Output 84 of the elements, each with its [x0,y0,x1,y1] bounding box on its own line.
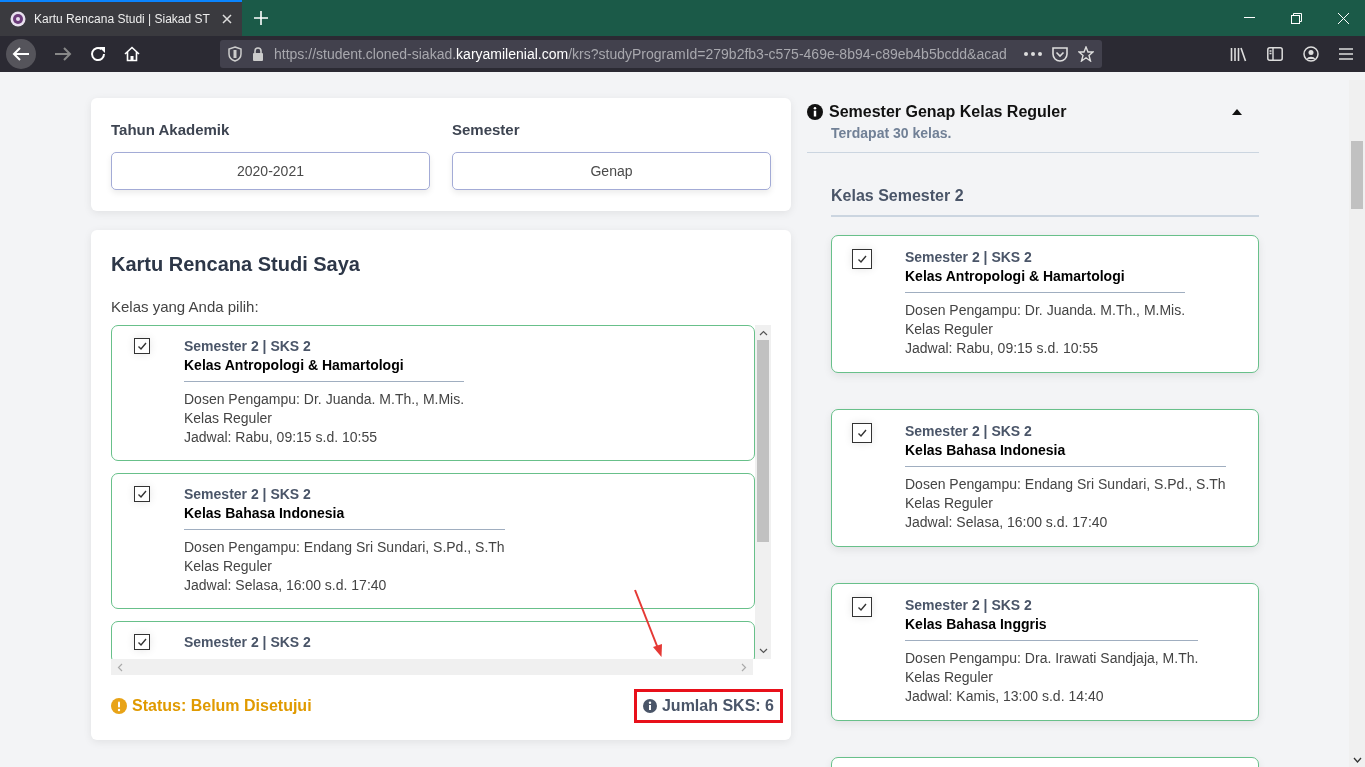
new-tab-icon[interactable] [253,11,268,25]
url-text: https://student.cloned-siakad.karyamilenial.com/krs?studyProgramId=279b2fb3-c575-469e-8b94-c89eb4b5bcdd&acad [274,46,1008,62]
info-icon [807,104,823,120]
class-detail: Dosen Pengampu: Endang Sri Sundari, S.Pd., S.Th [184,538,505,557]
check-icon [856,601,868,613]
restore-icon[interactable] [1291,12,1302,24]
class-detail: Jadwal: Selasa, 16:00 s.d. 17:40 [184,576,388,595]
shield-icon [228,46,242,62]
back-button[interactable] [6,39,36,69]
star-icon[interactable] [1078,46,1094,62]
more-icon[interactable] [1024,52,1042,56]
class-meta: Semester 2 | SKS 2 [184,634,311,650]
check-icon [136,340,148,352]
address-bar[interactable]: https://student.cloned-siakad.karyamilenial.com/krs?studyProgramId=279b2fb3-c575-469e-8b94-c89eb4b5bcdd&acad [220,40,1102,68]
home-icon[interactable] [124,46,140,62]
class-detail: Kelas Reguler [905,320,994,339]
field-label: Semester [452,121,521,138]
check-icon [136,636,148,648]
dropdown[interactable]: Genap [452,152,771,190]
info-icon [642,699,657,713]
warning-icon [111,698,127,714]
tab-title: Kartu Rencana Studi | Siakad ST [34,12,210,26]
scrollbar-thumb[interactable] [757,340,769,542]
class-detail: Jadwal: Rabu, 09:15 s.d. 10:55 [905,339,1100,358]
collapse-caret-icon[interactable] [1232,108,1242,116]
class-detail: Kelas Reguler [905,494,994,513]
browser-tab[interactable]: Kartu Rencana Studi | Siakad ST [0,0,242,36]
check-icon [136,488,148,500]
close-icon[interactable] [221,14,232,24]
dropdown[interactable]: 2020-2021 [111,152,430,190]
library-icon[interactable] [1230,46,1247,62]
class-detail: Jadwal: Selasa, 16:00 s.d. 17:40 [905,513,1109,532]
vertical-scrollbar[interactable] [755,325,771,659]
checkbox[interactable] [134,486,150,502]
annotation-arrow [634,589,662,657]
field-label: Tahun Akademik [111,121,231,138]
check-icon [856,427,868,439]
section-title: Semester Genap Kelas Reguler [829,103,1067,121]
class-meta: Semester 2 | SKS 2 [905,597,1033,613]
back-arrow-icon [12,46,30,62]
class-meta: Semester 2 | SKS 2 [184,338,312,354]
class-detail: Jadwal: Rabu, 09:15 s.d. 10:55 [184,428,379,447]
site-logo-icon [10,11,26,27]
class-detail: Kelas Reguler [184,557,273,576]
card-title: Kartu Rencana Studi Saya [111,253,361,276]
class-name: Kelas Bahasa Indonesia [184,505,346,521]
class-meta: Semester 2 | SKS 2 [905,249,1033,265]
scroll-down-icon[interactable] [1353,757,1362,763]
forward-icon[interactable] [54,46,72,62]
class-detail: Kelas Reguler [184,409,273,428]
menu-icon[interactable] [1339,48,1353,60]
minimize-icon[interactable] [1244,17,1255,19]
class-detail: Dosen Pengampu: Endang Sri Sundari, S.Pd., S.Th [905,475,1226,494]
scroll-down-icon[interactable] [758,648,768,654]
class-detail: Dosen Pengampu: Dr. Juanda. M.Th., M.Mis. [184,390,465,409]
class-detail: Jadwal: Kamis, 13:00 s.d. 14:40 [905,687,1105,706]
pocket-icon[interactable] [1052,46,1068,62]
sidebar-icon[interactable] [1267,47,1283,61]
checkbox[interactable] [134,634,150,650]
class-name: Kelas Antropologi & Hamartologi [184,357,405,373]
class-meta: Semester 2 | SKS 2 [184,486,312,502]
class-detail: Dosen Pengampu: Dra. Irawati Sandjaja, M.Th. [905,649,1199,668]
page-scrollbar[interactable] [1349,80,1365,767]
reload-icon[interactable] [90,46,106,62]
lock-icon [252,46,264,62]
class-name: Kelas Bahasa Indonesia [905,442,1067,458]
section-label: Kelas yang Anda pilih: [111,298,260,315]
scroll-up-icon[interactable] [758,330,768,336]
checkbox[interactable] [852,249,872,269]
checkbox[interactable] [134,338,150,354]
group-title: Kelas Semester 2 [831,187,1259,217]
checkbox[interactable] [852,597,872,617]
class-detail: Dosen Pengampu: Dr. Juanda. M.Th., M.Mis. [905,301,1186,320]
status-text: Status: Belum Disetujui [132,697,312,715]
total-credits: Jumlah SKS: 6 [661,697,774,715]
class-count: Terdapat 30 kelas. [831,125,953,141]
account-icon[interactable] [1303,46,1319,62]
scrollbar-thumb[interactable] [1351,141,1363,209]
class-name: Kelas Antropologi & Hamartologi [905,268,1126,284]
class-detail: Kelas Reguler [905,668,994,687]
check-icon [856,253,868,265]
class-name: Kelas Bahasa Inggris [905,616,1048,632]
checkbox[interactable] [852,423,872,443]
class-meta: Semester 2 | SKS 2 [905,423,1033,439]
